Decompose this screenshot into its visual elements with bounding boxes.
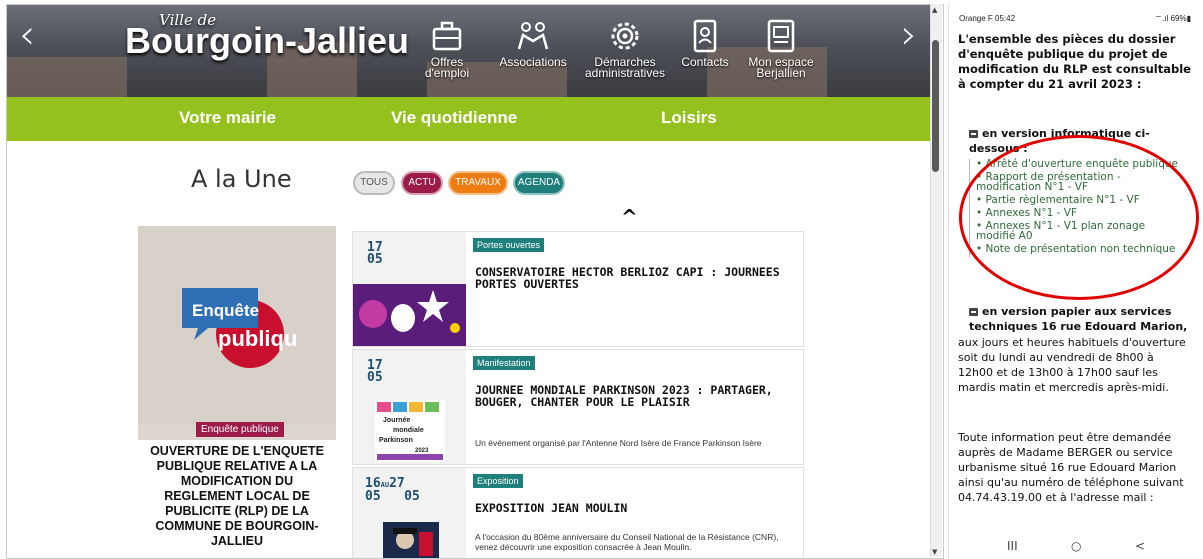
event-date: 16AU27 05 05: [365, 476, 420, 504]
event-card[interactable]: 17 05 Journée mondiale Parkinson 2023 Man…: [352, 349, 804, 465]
badge-line1: Enquête: [192, 301, 259, 320]
handshake-icon: [517, 22, 549, 50]
nav-associations[interactable]: Associations: [493, 19, 573, 68]
carousel-prev-icon[interactable]: ‹: [19, 15, 35, 55]
nav-offres-emploi[interactable]: Offres d'emploi: [407, 19, 487, 79]
site-logo[interactable]: Ville de Bourgoin-Jallieu: [125, 13, 409, 59]
nav-demarches[interactable]: Démarches administratives: [581, 19, 669, 79]
nav-label: Contacts: [681, 55, 729, 69]
enquete-publique-logo: Enquête publique: [182, 288, 298, 368]
event-card[interactable]: 17 05 Portes ouvertes CONSERVATOIRE HECTO…: [352, 231, 804, 347]
document-icon: [969, 130, 978, 138]
feature-card[interactable]: Enquête publique Enquête publique OUVERT…: [138, 226, 336, 558]
intro-text: L'ensemble des pièces du dossier d'enquê…: [958, 32, 1191, 91]
logo-ville: Ville de: [159, 11, 217, 29]
contact-text: Toute information peut être demandée aup…: [958, 431, 1184, 504]
back-icon[interactable]: <: [1135, 539, 1145, 553]
status-bar: Orange F 05:42 ⌔.ıl 69%▮: [959, 14, 1191, 23]
event-thumbnail: [383, 522, 439, 558]
svg-text:2023: 2023: [415, 448, 429, 454]
feature-title[interactable]: OUVERTURE DE L'ENQUETE PUBLIQUE RELATIVE…: [138, 440, 336, 558]
feature-image: Enquête publique: [138, 226, 336, 424]
event-date: 17 05: [367, 358, 383, 385]
scroll-up-icon[interactable]: ▲: [932, 6, 937, 14]
nav-label: Mon espace Berjallien: [748, 55, 814, 80]
filter-travaux[interactable]: TRAVAUX: [448, 171, 508, 195]
scrollbar-thumb[interactable]: [932, 40, 939, 172]
android-nav-bar: III ○ <: [949, 539, 1201, 559]
event-thumbnail: [353, 284, 466, 346]
event-left-panel: 17 05: [353, 232, 466, 346]
document-icon: [969, 308, 978, 316]
svg-text:Parkinson: Parkinson: [379, 437, 413, 444]
gear-icon: [611, 22, 639, 50]
briefcase-icon: [432, 21, 462, 51]
filter-agenda[interactable]: AGENDA: [513, 171, 565, 195]
recent-apps-icon[interactable]: III: [1007, 539, 1018, 553]
header-banner: ‹ › Ville de Bourgoin-Jallieu Offres d'e…: [7, 5, 937, 97]
section-title: A la Une: [191, 165, 292, 193]
event-card[interactable]: 16AU27 05 05 Exposition EXPOSITION JEAN M…: [352, 467, 804, 558]
svg-text:Journée: Journée: [383, 417, 410, 424]
website-viewport: ‹ › Ville de Bourgoin-Jallieu Offres d'e…: [6, 4, 944, 559]
badge-line2: publique: [218, 326, 298, 351]
user-card-icon: [767, 19, 795, 53]
event-desc: Un événement organisé par l'Antenne Nord…: [475, 438, 762, 448]
carousel-next-icon[interactable]: ›: [901, 15, 917, 55]
nav-mon-espace[interactable]: Mon espace Berjallien: [741, 19, 821, 79]
menu-loisirs[interactable]: Loisirs: [661, 108, 717, 128]
event-date: 17 05: [367, 240, 383, 267]
filter-actu[interactable]: ACTU: [401, 171, 443, 195]
home-icon[interactable]: ○: [1071, 539, 1081, 553]
event-thumbnail: Journée mondiale Parkinson 2023: [375, 400, 445, 462]
nav-label: Démarches administratives: [584, 55, 666, 80]
chevron-up-icon[interactable]: ^: [621, 207, 638, 227]
menu-votre-mairie[interactable]: Votre mairie: [179, 108, 276, 128]
event-title[interactable]: JOURNEE MONDIALE PARKINSON 2023 : PARTAG…: [475, 384, 795, 408]
event-desc: A l'occasion du 80ème anniversaire du Co…: [475, 532, 779, 552]
highlight-circle: [959, 135, 1199, 300]
nav-label: Associations: [499, 55, 567, 69]
event-title[interactable]: CONSERVATOIRE HECTOR BERLIOZ CAPI : JOUR…: [475, 266, 795, 290]
contacts-book-icon: [693, 19, 717, 53]
event-tag[interactable]: Portes ouvertes: [473, 238, 545, 252]
nav-contacts[interactable]: Contacts: [673, 19, 737, 68]
svg-text:mondiale: mondiale: [393, 427, 424, 434]
event-title[interactable]: EXPOSITION JEAN MOULIN: [475, 502, 795, 514]
feature-category[interactable]: Enquête publique: [196, 422, 284, 437]
main-menu: Votre mairie Vie quotidienne Loisirs: [7, 97, 937, 141]
status-signal-battery: ⌔.ıl 69%▮: [1154, 14, 1191, 23]
paper-version-heading: en version papier aux services technique…: [969, 305, 1188, 333]
event-left-panel: 17 05 Journée mondiale Parkinson 2023: [353, 350, 466, 464]
status-carrier-time: Orange F 05:42: [959, 14, 1016, 23]
event-tag[interactable]: Exposition: [473, 474, 523, 488]
event-tag[interactable]: Manifestation: [473, 356, 535, 370]
nav-label: Offres d'emploi: [424, 55, 470, 80]
scroll-down-icon[interactable]: ▼: [932, 548, 937, 556]
event-left-panel: 16AU27 05 05: [353, 468, 466, 558]
filter-tous[interactable]: TOUS: [353, 171, 395, 195]
paper-version-text: aux jours et heures habituels d'ouvertur…: [958, 336, 1186, 394]
phone-screenshot: Orange F 05:42 ⌔.ıl 69%▮ L'ensemble des …: [948, 4, 1200, 559]
menu-vie-quotidienne[interactable]: Vie quotidienne: [391, 108, 517, 128]
